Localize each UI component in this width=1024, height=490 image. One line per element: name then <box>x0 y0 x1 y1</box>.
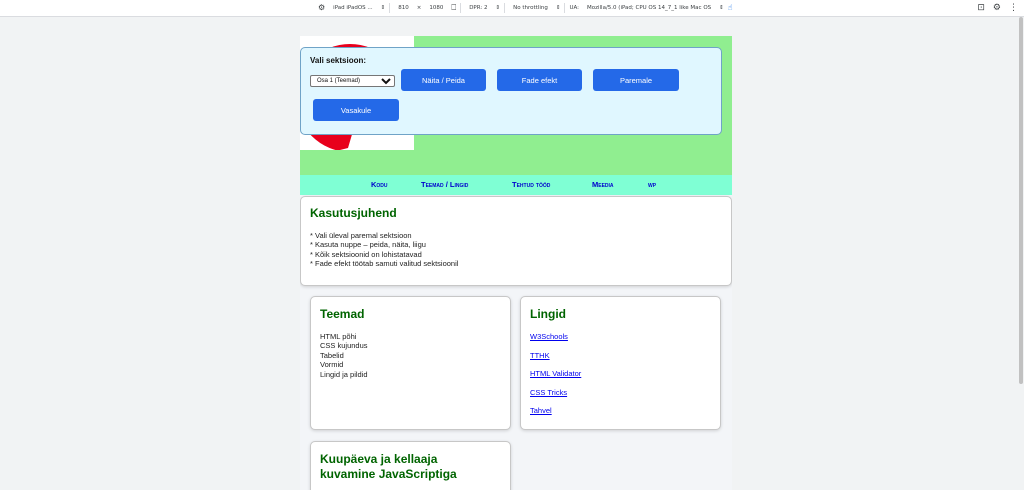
guide-line: * Kasuta nuppe – peida, näita, liigu <box>310 240 426 250</box>
guide-line: * Fade efekt töötab samuti valitud sekts… <box>310 259 459 269</box>
list-item: Vormid <box>320 360 344 370</box>
lingid-card[interactable]: Lingid W3Schools TTHK HTML Validator CSS… <box>520 296 721 430</box>
link-html-validator[interactable]: HTML Validator <box>530 369 581 378</box>
toggle-button[interactable]: Näita / Peida <box>401 69 486 91</box>
lingid-list: W3Schools TTHK HTML Validator CSS Tricks… <box>530 332 581 425</box>
kuupaev-title: Kuupäeva ja kellaaja kuvamine JavaScript… <box>320 452 457 482</box>
link-tahvel[interactable]: Tahvel <box>530 406 581 415</box>
divider <box>504 3 506 13</box>
guide-lines: * Vali üleval paremal sektsioon * Kasuta… <box>310 231 458 269</box>
width-input[interactable]: 810 <box>394 3 413 13</box>
dpr-select[interactable]: DPR: 2 <box>465 3 491 13</box>
nav-item-teemad[interactable]: Teemad / Lingid <box>421 180 468 189</box>
ua-label: UA: <box>569 5 579 11</box>
move-left-button[interactable]: Vasakule <box>313 99 399 121</box>
dropdown-arrow-icon: ⇕ <box>555 5 561 11</box>
list-item: HTML põhi <box>320 332 357 341</box>
divider <box>389 3 391 13</box>
devtools-toolbar: ⚙ iPad iPadOS ... ⇕ 810 × 1080 ⎕ DPR: 2 … <box>0 0 1024 17</box>
divider <box>460 3 462 13</box>
move-right-button[interactable]: Paremale <box>593 69 679 91</box>
section-control-panel[interactable]: Vali sektsioon: Osa 1 (Teemad) Näita / P… <box>300 47 722 135</box>
guide-card[interactable]: Kasutusjuhend * Vali üleval paremal sekt… <box>300 196 732 286</box>
section-select-label: Vali sektsioon: <box>310 56 367 65</box>
list-item: Tabelid <box>320 350 344 360</box>
fade-button[interactable]: Fade efekt <box>497 69 582 91</box>
times-sign: × <box>416 5 422 11</box>
dropdown-arrow-icon: ⇕ <box>380 5 386 11</box>
link-css-tricks[interactable]: CSS Tricks <box>530 388 581 397</box>
nav-item-kodu[interactable]: Kodu <box>371 180 388 189</box>
link-w3schools[interactable]: W3Schools <box>530 332 581 341</box>
scrollbar-thumb[interactable] <box>1019 17 1023 384</box>
settings-icon[interactable]: ⚙ <box>993 4 1001 13</box>
section-select[interactable]: Osa 1 (Teemad) <box>310 75 395 87</box>
device-icon[interactable]: ⚙ <box>318 4 325 12</box>
dropdown-arrow-icon: ⇕ <box>495 5 501 11</box>
teemad-list: HTML põhi CSS kujundus Tabelid Vormid Li… <box>320 332 368 379</box>
teemad-card[interactable]: Teemad HTML põhi CSS kujundus Tabelid Vo… <box>310 296 511 430</box>
kuupaev-title-line: kuvamine JavaScriptiga <box>320 467 457 481</box>
lingid-title: Lingid <box>530 307 566 321</box>
device-select[interactable]: iPad iPadOS ... <box>329 3 376 13</box>
teemad-title: Teemad <box>320 307 365 321</box>
guide-title: Kasutusjuhend <box>310 206 397 220</box>
link-tthk[interactable]: TTHK <box>530 351 581 360</box>
list-item: Lingid ja pildid <box>320 369 368 379</box>
throttle-select[interactable]: No throttling <box>509 3 552 13</box>
screenshot-icon[interactable]: ⊡ <box>977 4 985 13</box>
nav-item-wp[interactable]: wp <box>648 180 656 189</box>
height-input[interactable]: 1080 <box>425 3 447 13</box>
more-options-icon[interactable]: ⋮ <box>1009 4 1018 13</box>
touch-icon[interactable]: ☝ <box>728 4 733 12</box>
guide-line: * Kõik sektsioonid on lohistatavad <box>310 249 422 259</box>
dropdown-arrow-icon: ⇕ <box>719 5 724 11</box>
kuupaev-card[interactable]: Kuupäeva ja kellaaja kuvamine JavaScript… <box>310 441 511 490</box>
ua-input[interactable]: Mozilla/5.0 (iPad; CPU OS 14_7_1 like Ma… <box>583 3 715 13</box>
divider <box>564 3 566 13</box>
main-nav: Kodu Teemad / Lingid Tehtud tööd Meedia … <box>300 175 732 195</box>
kuupaev-title-line: Kuupäeva ja kellaaja <box>320 452 438 466</box>
page-viewport: Vali sektsioon: Osa 1 (Teemad) Näita / P… <box>300 36 732 490</box>
guide-line: * Vali üleval paremal sektsioon <box>310 231 412 240</box>
nav-item-tehtud[interactable]: Tehtud tööd <box>512 180 550 189</box>
nav-item-meedia[interactable]: Meedia <box>592 180 614 189</box>
rotate-icon[interactable]: ⎕ <box>451 4 456 12</box>
list-item: CSS kujundus <box>320 341 368 351</box>
